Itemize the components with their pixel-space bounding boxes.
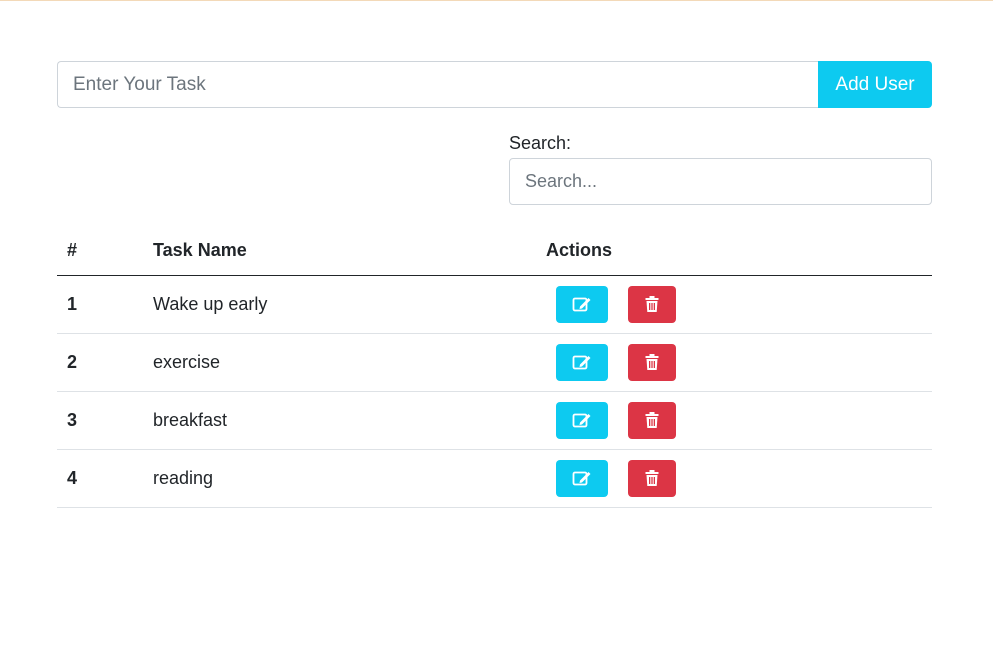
header-task-name: Task Name xyxy=(153,226,546,276)
top-border-line xyxy=(0,0,993,1)
row-actions xyxy=(546,391,932,450)
trash-icon xyxy=(645,295,659,312)
delete-button[interactable] xyxy=(628,343,677,381)
table-row: 4 reading xyxy=(57,449,932,508)
row-actions xyxy=(546,333,932,392)
edit-icon xyxy=(572,355,591,369)
table-row: 1 Wake up early xyxy=(57,275,932,334)
delete-button[interactable] xyxy=(628,459,677,497)
task-table: # Task Name Actions 1 Wake up early 2 ex… xyxy=(57,226,932,508)
header-number: # xyxy=(57,226,153,276)
task-name: exercise xyxy=(153,333,546,392)
row-number: 4 xyxy=(57,449,153,508)
trash-icon xyxy=(645,469,659,486)
table-header-row: # Task Name Actions xyxy=(57,226,932,276)
edit-icon xyxy=(572,471,591,485)
table-row: 3 breakfast xyxy=(57,391,932,450)
task-name: breakfast xyxy=(153,391,546,450)
edit-button[interactable] xyxy=(556,459,608,497)
search-label: Search: xyxy=(509,133,572,153)
row-number: 3 xyxy=(57,391,153,450)
row-number: 2 xyxy=(57,333,153,392)
edit-button[interactable] xyxy=(556,285,608,323)
edit-button[interactable] xyxy=(556,401,608,439)
delete-button[interactable] xyxy=(628,401,677,439)
edit-icon xyxy=(572,297,591,311)
trash-icon xyxy=(645,353,659,370)
add-user-button[interactable]: Add User xyxy=(818,61,932,108)
edit-icon xyxy=(572,413,591,427)
task-name: reading xyxy=(153,449,546,508)
edit-button[interactable] xyxy=(556,343,608,381)
task-input[interactable] xyxy=(57,61,818,108)
row-number: 1 xyxy=(57,275,153,334)
table-row: 2 exercise xyxy=(57,333,932,392)
row-actions xyxy=(546,449,932,508)
row-actions xyxy=(546,275,932,334)
header-actions: Actions xyxy=(546,226,932,276)
task-name: Wake up early xyxy=(153,275,546,334)
add-task-form: Add User xyxy=(57,61,932,108)
search-input[interactable] xyxy=(509,158,932,205)
delete-button[interactable] xyxy=(628,285,677,323)
trash-icon xyxy=(645,411,659,428)
